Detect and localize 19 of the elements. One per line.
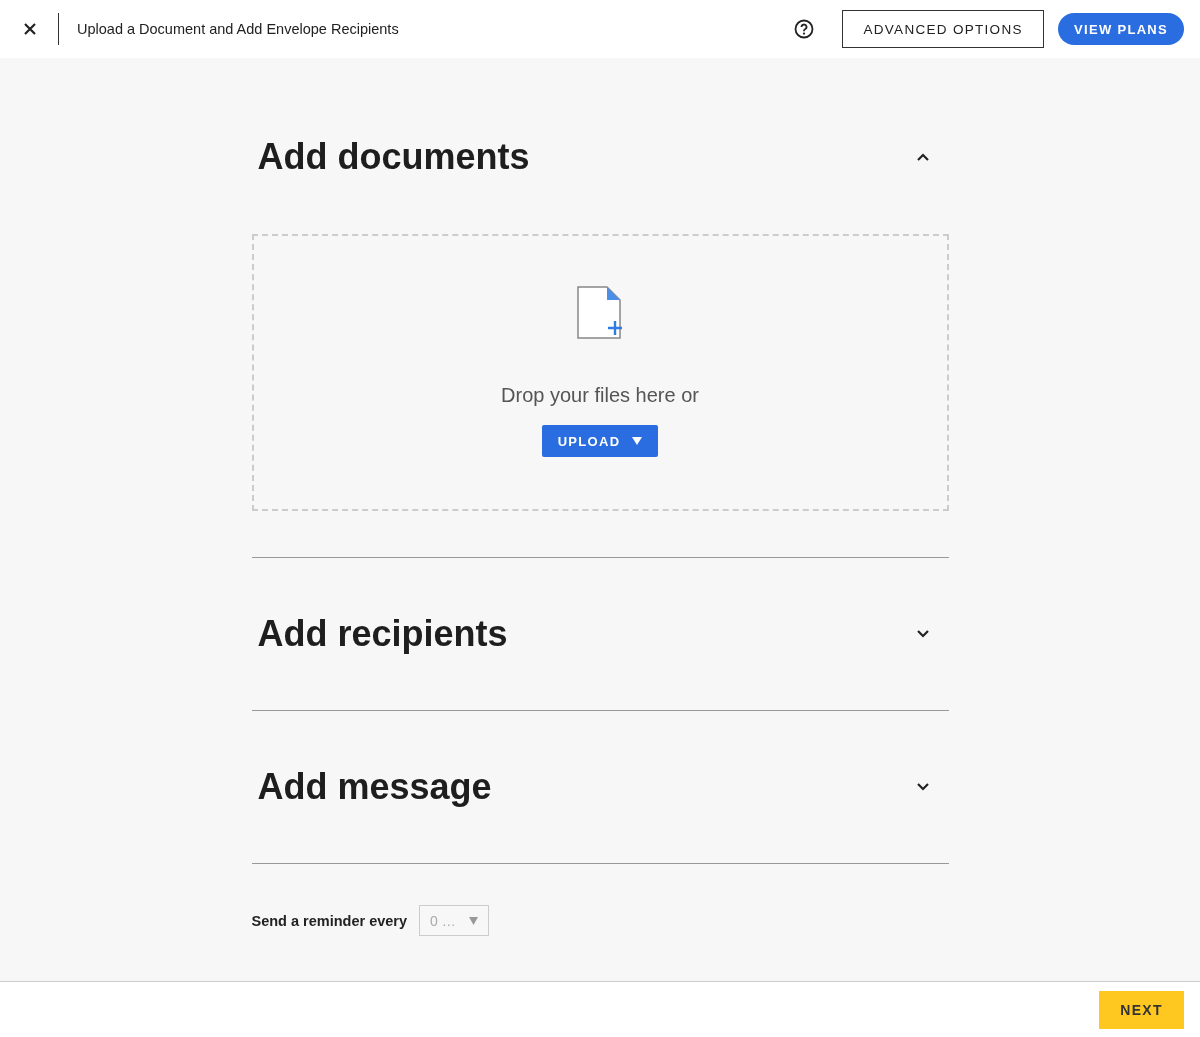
advanced-options-button[interactable]: ADVANCED OPTIONS: [842, 10, 1045, 48]
drop-instruction: Drop your files here or: [501, 384, 699, 407]
chevron-down-icon[interactable]: [916, 783, 929, 791]
caret-icon: [469, 916, 479, 925]
section-heading: Add recipients: [257, 613, 508, 655]
upload-button[interactable]: UPLOAD: [541, 425, 659, 457]
caret-icon: [632, 437, 643, 445]
view-plans-button[interactable]: VIEW PLANS: [1058, 13, 1184, 45]
chevron-down-icon[interactable]: [916, 630, 929, 638]
section-heading: Add documents: [257, 136, 530, 178]
chevron-up-icon[interactable]: [916, 153, 929, 161]
section-heading: Add message: [257, 766, 492, 808]
reminder-label: Send a reminder every: [251, 912, 408, 929]
next-button[interactable]: NEXT: [1099, 990, 1184, 1029]
help-icon[interactable]: [794, 19, 815, 39]
file-drop-zone[interactable]: Drop your files here or UPLOAD: [251, 234, 949, 511]
page-title: Upload a Document and Add Envelope Recipients: [77, 21, 399, 37]
add-file-icon: [577, 286, 623, 340]
close-icon: [24, 23, 36, 35]
